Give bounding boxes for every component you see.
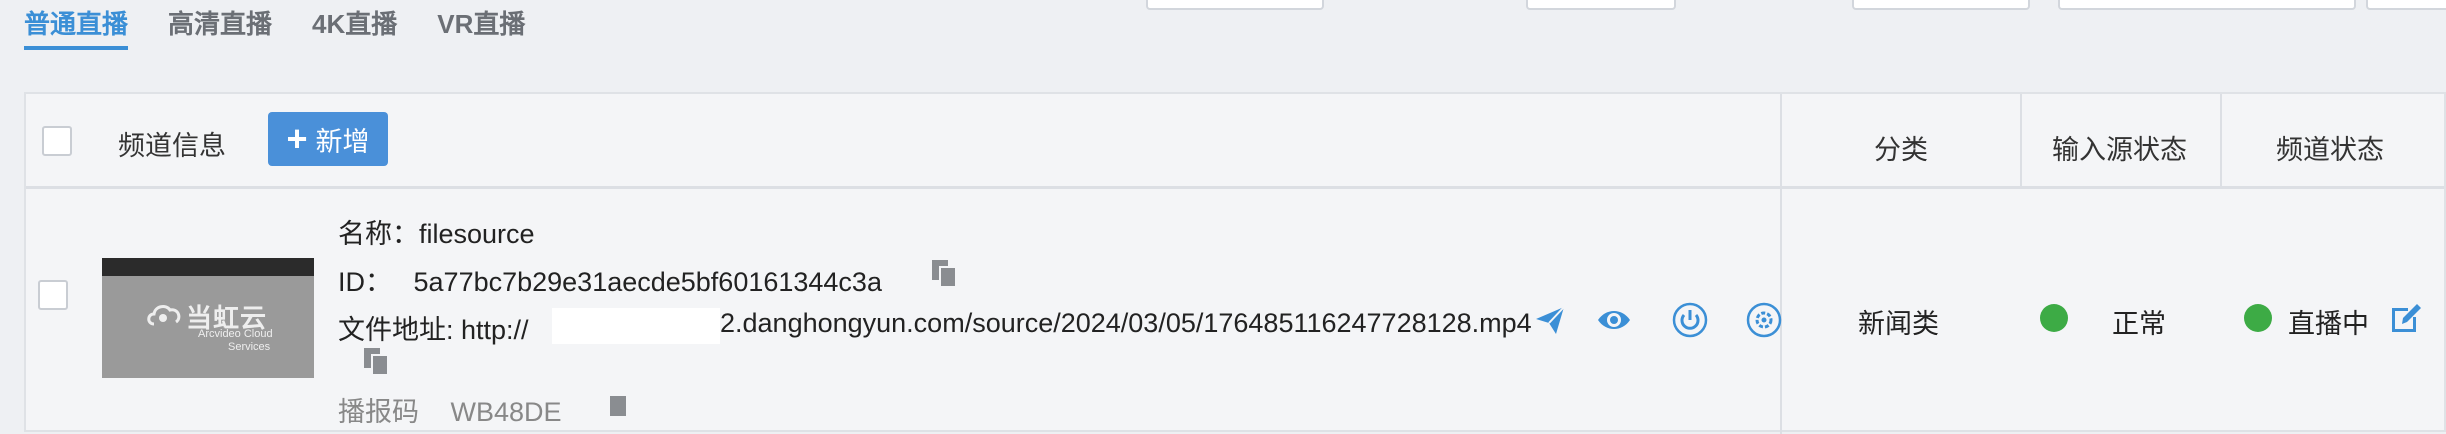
header-channel-status: 频道状态: [2276, 135, 2384, 165]
copy-icon[interactable]: [608, 394, 638, 424]
file-url: 文件地址: http://: [338, 308, 529, 347]
settings-icon[interactable]: [1746, 302, 1782, 338]
header-channel-info: 频道信息: [118, 131, 226, 161]
header-input-status: 输入源状态: [2052, 135, 2187, 165]
brand-subtitle-2: Services: [228, 341, 271, 353]
broadcast-code: 播报码 WB48DE: [338, 390, 562, 429]
channel-thumbnail[interactable]: 当虹云 Arcvideo Cloud Services: [102, 258, 314, 378]
file-label: 文件地址: http://: [338, 315, 529, 345]
add-button-label: 新增: [315, 126, 370, 157]
name-label: 名称：: [338, 219, 419, 249]
table-header: 频道信息 + 新增 分类 输入源状态 频道状态: [26, 94, 2444, 189]
channel-id: ID： 5a77bc7b29e31aecde5bf60161344c3a: [338, 260, 882, 299]
select-all-checkbox[interactable]: [42, 126, 72, 156]
id-label: ID：: [338, 267, 392, 297]
column-divider: [1780, 94, 1782, 434]
category-value: 新闻类: [1858, 309, 1939, 339]
filter-button[interactable]: [2366, 0, 2446, 10]
plus-icon: +: [286, 118, 308, 159]
copy-icon[interactable]: [362, 346, 392, 376]
row-checkbox[interactable]: [38, 280, 68, 310]
edit-icon[interactable]: [2388, 300, 2424, 336]
broadcast-code-value: WB48DE: [450, 397, 562, 427]
brand-logo: 当虹云 Arcvideo Cloud Services: [146, 298, 273, 353]
input-status-indicator: [2040, 304, 2068, 332]
name-value: filesource: [419, 219, 535, 249]
id-value: 5a77bc7b29e31aecde5bf60161344c3a: [413, 267, 882, 297]
add-button[interactable]: + 新增: [268, 112, 388, 166]
send-icon[interactable]: [1532, 302, 1568, 338]
tab-hd-live[interactable]: 高清直播: [168, 0, 272, 50]
tab-normal-live[interactable]: 普通直播: [24, 0, 129, 50]
filter-select-1[interactable]: [1146, 0, 1324, 10]
filter-select-2[interactable]: [1526, 0, 1676, 10]
channel-status-indicator: [2244, 304, 2272, 332]
filter-select-3[interactable]: [1852, 0, 2030, 10]
brand-subtitle-1: Arcvideo Cloud: [198, 328, 273, 340]
redacted-host: [552, 308, 720, 344]
search-input[interactable]: [2058, 0, 2356, 10]
column-divider: [2220, 94, 2222, 186]
file-url-value: 2.danghongyun.com/source/2024/03/05/1764…: [720, 308, 1532, 338]
power-icon[interactable]: [1672, 302, 1708, 338]
channel-name: 名称：filesource: [338, 212, 535, 251]
tab-4k-live[interactable]: 4K直播: [312, 0, 397, 50]
header-category: 分类: [1874, 135, 1928, 165]
column-divider: [2020, 94, 2022, 186]
copy-icon[interactable]: [930, 258, 960, 288]
tab-vr-live[interactable]: VR直播: [437, 0, 525, 50]
input-status-value: 正常: [2112, 309, 2166, 339]
tab-bar: 普通直播 高清直播 4K直播 VR直播: [24, 0, 565, 56]
channel-status-value: 直播中: [2288, 309, 2369, 339]
broadcast-code-label: 播报码: [338, 397, 419, 427]
cloud-logo-icon: [147, 305, 181, 326]
eye-icon[interactable]: [1596, 302, 1632, 338]
